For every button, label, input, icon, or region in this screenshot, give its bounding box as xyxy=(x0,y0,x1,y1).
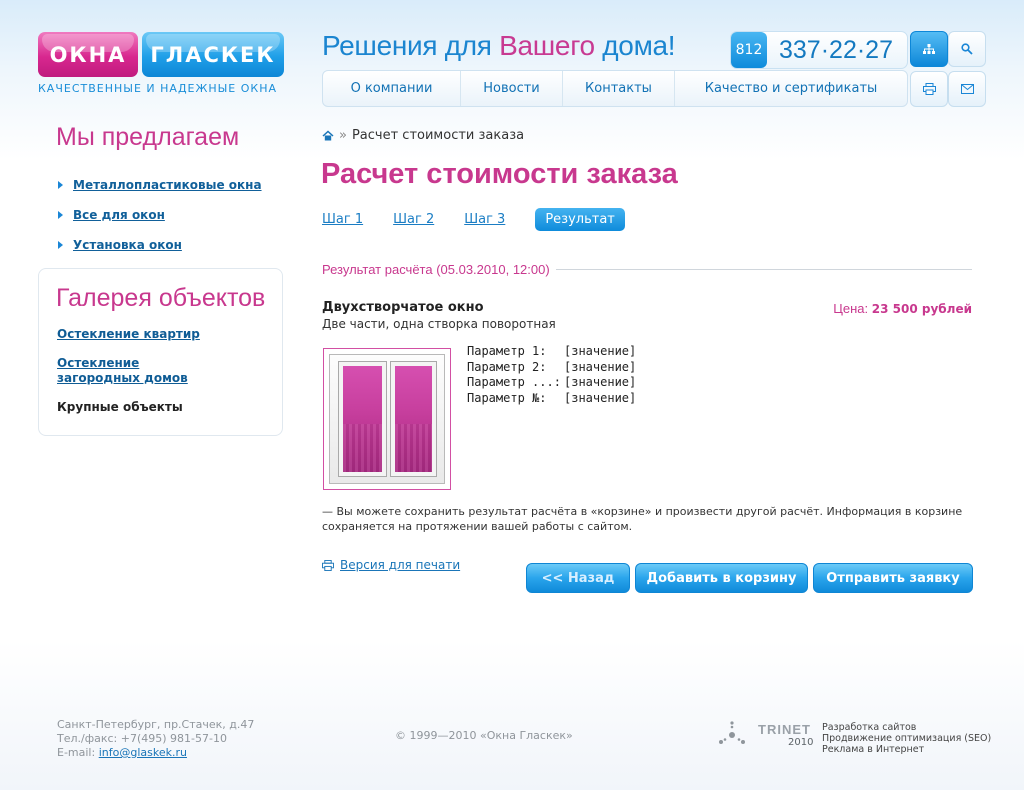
gallery-list: Остекление квартир Остекление загородных … xyxy=(57,327,200,429)
window-sash-left xyxy=(338,361,387,477)
window-illustration xyxy=(329,354,445,484)
developer-name: TRINET xyxy=(758,722,811,737)
logo-glaskek: ГЛАСКЕК xyxy=(142,32,284,77)
phone-number: 337·22·27 xyxy=(779,35,893,64)
list-item: Металлопластиковые окна xyxy=(58,170,262,200)
add-to-cart-button[interactable]: Добавить в корзину xyxy=(635,563,808,593)
nav-quality[interactable]: Качество и сертификаты xyxy=(675,71,907,106)
print-icon xyxy=(322,559,334,571)
trinet-logo-icon xyxy=(719,721,745,744)
footer-email-link[interactable]: info@glaskek.ru xyxy=(99,746,187,759)
logo-tagline: КАЧЕСТВЕННЫЕ И НАДЕЖНЫЕ ОКНА xyxy=(38,82,278,95)
dev-link-web[interactable]: Разработка сайтов xyxy=(822,722,991,733)
step-2-link[interactable]: Шаг 2 xyxy=(393,212,434,227)
product-name: Двухстворчатое окно xyxy=(322,300,484,315)
arrow-right-icon xyxy=(58,211,63,219)
main-nav: О компании Новости Контакты Качество и с… xyxy=(322,70,908,107)
window-glass xyxy=(343,366,382,472)
cart-note: — Вы можете сохранить результат расчёта … xyxy=(322,505,963,533)
page-title: Расчет стоимости заказа xyxy=(321,158,678,190)
search-icon xyxy=(961,43,973,55)
offer-link-windows[interactable]: Металлопластиковые окна xyxy=(73,178,262,192)
price: Цена: 23 500 рублей xyxy=(833,301,972,316)
offer-link-accessories[interactable]: Все для окон xyxy=(73,208,165,222)
offer-link-installation[interactable]: Установка окон xyxy=(73,238,182,252)
list-item: Все для окон xyxy=(58,200,262,230)
steps-nav: Шаг 1 Шаг 2 Шаг 3 Результат xyxy=(322,208,625,231)
breadcrumb-current: Расчет стоимости заказа xyxy=(351,128,525,143)
send-request-button[interactable]: Отправить заявку xyxy=(813,563,973,593)
offer-heading: Мы предлагаем xyxy=(56,123,240,151)
list-item: Остекление квартир xyxy=(57,327,200,342)
step-1-link[interactable]: Шаг 1 xyxy=(322,212,363,227)
mail-button[interactable] xyxy=(948,71,986,107)
arrow-right-icon xyxy=(58,241,63,249)
list-item: Установка окон xyxy=(58,230,262,260)
parameter-row: Параметр №: [значение] xyxy=(467,390,637,405)
mail-icon xyxy=(960,84,974,94)
footer-address: Санкт-Петербург, пр.Стачек, д.47 xyxy=(57,718,255,731)
breadcrumb-separator: » xyxy=(339,128,347,143)
nav-news[interactable]: Новости xyxy=(461,71,563,106)
dev-link-ads[interactable]: Реклама в Интернет xyxy=(822,744,991,755)
parameters-list: Параметр 1: [значение] Параметр 2: [значен… xyxy=(467,344,636,406)
print-icon xyxy=(922,83,936,95)
print-button[interactable] xyxy=(910,71,948,107)
sitemap-button[interactable] xyxy=(910,31,948,67)
window-sash-right xyxy=(390,361,437,477)
window-glass xyxy=(395,366,432,472)
gallery-link-country-houses[interactable]: Остекление загородных домов xyxy=(57,356,188,385)
nav-about[interactable]: О компании xyxy=(323,71,461,106)
breadcrumb: » Расчет стоимости заказа xyxy=(322,128,524,143)
arrow-right-icon xyxy=(58,181,63,189)
search-button[interactable] xyxy=(948,31,986,67)
footer-email-row: E-mail: info@glaskek.ru xyxy=(57,746,187,759)
step-3-link[interactable]: Шаг 3 xyxy=(464,212,505,227)
footer-phone: Тел./факс: +7(495) 981-57-10 xyxy=(57,732,227,745)
result-heading-row: Результат расчёта (05.03.2010, 12:00) xyxy=(322,262,972,277)
gallery-box: Галерея объектов Остекление квартир Осте… xyxy=(38,268,283,436)
phone-block: 812 337·22·27 xyxy=(730,31,908,69)
developer-year: 2010 xyxy=(788,737,814,748)
site-logo[interactable]: ОКНА ГЛАСКЕК КАЧЕСТВЕННЫЕ И НАДЕЖНЫЕ ОКН… xyxy=(38,32,284,100)
sitemap-icon xyxy=(923,43,935,54)
developer-links: Разработка сайтов Продвижение оптимизаци… xyxy=(822,722,991,755)
print-version: Версия для печати xyxy=(322,558,460,572)
footer-copyright: © 1999—2010 «Окна Гласкек» xyxy=(395,729,573,742)
parameter-row: Параметр 2: [значение] xyxy=(467,359,637,374)
gallery-heading: Галерея объектов xyxy=(56,284,266,312)
parameter-row: Параметр 1: [значение] xyxy=(467,344,637,358)
step-result-active: Результат xyxy=(535,208,625,231)
dev-link-seo[interactable]: Продвижение оптимизация (SEO) xyxy=(822,733,991,744)
home-icon[interactable] xyxy=(322,130,334,141)
back-button[interactable]: << Назад xyxy=(526,563,630,593)
window-image xyxy=(323,348,451,490)
logo-okna: ОКНА xyxy=(38,32,138,77)
offer-list: Металлопластиковые окна Все для окон Уст… xyxy=(58,170,262,260)
site-slogan: Решения для Вашего дома! xyxy=(322,30,676,61)
phone-code: 812 xyxy=(731,32,767,68)
print-version-link[interactable]: Версия для печати xyxy=(340,558,460,572)
list-item: Остекление загородных домов xyxy=(57,356,200,386)
developer-logo[interactable]: TRINET 2010 xyxy=(716,718,816,750)
nav-contacts[interactable]: Контакты xyxy=(563,71,675,106)
gallery-link-apartments[interactable]: Остекление квартир xyxy=(57,327,200,341)
parameter-row: Параметр ...: [значение] xyxy=(467,375,637,389)
result-heading: Результат расчёта (05.03.2010, 12:00) xyxy=(322,262,550,277)
divider xyxy=(555,269,972,270)
gallery-item-large-objects: Крупные объекты xyxy=(57,400,183,414)
footer-contacts: Санкт-Петербург, пр.Стачек, д.47 Тел./фа… xyxy=(57,718,254,760)
price-value: 23 500 рублей xyxy=(871,302,972,316)
product-description: Две части, одна створка поворотная xyxy=(322,317,556,331)
